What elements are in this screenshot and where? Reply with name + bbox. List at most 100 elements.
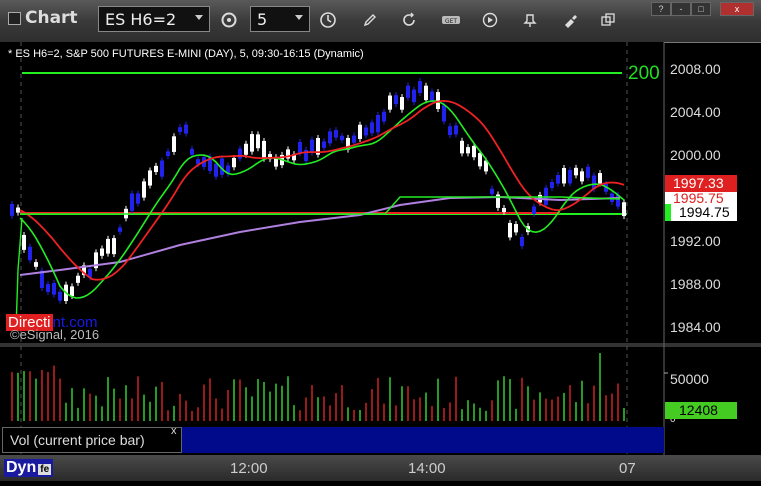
candle-body: [364, 127, 368, 136]
dynamic-button[interactable]: Dyn fe: [4, 459, 54, 477]
level-tag: 200: [628, 63, 660, 84]
candle-body: [58, 291, 62, 301]
candle-body: [310, 139, 314, 153]
price-label-1992: 1992.00: [670, 233, 721, 249]
price-label-1984: 1984.00: [670, 319, 721, 335]
candle-body: [322, 141, 326, 148]
toolbar: Chart ES H6=2 5 GET ? - □ x: [0, 0, 761, 43]
fe-icon[interactable]: fe: [38, 464, 52, 475]
candle-body: [142, 181, 146, 198]
candle-body: [370, 122, 374, 134]
candle-body: [460, 140, 464, 154]
esignal-watermark: ©eSignal, 2016: [10, 327, 100, 342]
pin-icon[interactable]: [518, 8, 542, 32]
vol-label-50000: 50000: [670, 371, 709, 387]
time-axis-bar: [0, 455, 761, 481]
candle-body: [334, 130, 338, 138]
candle-body: [394, 95, 398, 105]
candle-body: [472, 145, 476, 158]
vol-study-label: Vol (current price bar): [10, 432, 145, 448]
volume-bars-group: [11, 353, 625, 421]
price-box-white-red: 1995.75: [665, 192, 737, 204]
candle-body: [466, 147, 470, 154]
interval-gear-icon[interactable]: [217, 8, 241, 32]
candle-body: [76, 275, 80, 283]
candle-body: [190, 148, 194, 155]
symbol-value: ES H6=2: [105, 10, 177, 29]
restore-icon[interactable]: [596, 8, 620, 32]
chart-legend: * ES H6=2, S&P 500 FUTURES E-MINI (DAY),…: [8, 48, 364, 60]
interval-combo[interactable]: 5: [250, 6, 310, 32]
vol-close-icon[interactable]: x: [171, 425, 177, 437]
symbol-combo[interactable]: ES H6=2: [98, 6, 210, 32]
candle-body: [10, 203, 14, 216]
candle-body: [412, 89, 416, 103]
price-label-2004: 2004.00: [670, 104, 721, 120]
interval-value: 5: [257, 10, 268, 29]
close-button[interactable]: x: [720, 2, 754, 16]
candle-body: [256, 134, 260, 149]
candle-body: [244, 143, 248, 155]
candle-body: [586, 166, 590, 178]
vol-current-box: 12408: [665, 402, 737, 419]
candle-body: [520, 236, 524, 247]
candle-body: [52, 282, 56, 295]
candle-body: [352, 135, 356, 143]
brush-icon[interactable]: [558, 8, 582, 32]
candle-body: [442, 105, 446, 122]
candle-body: [514, 224, 518, 233]
candle-body: [118, 227, 122, 232]
candle-body: [448, 126, 452, 136]
candle-body: [214, 163, 218, 177]
candle-body: [502, 207, 506, 213]
play-icon[interactable]: [478, 8, 502, 32]
price-label-1988: 1988.00: [670, 276, 721, 292]
candle-body: [382, 111, 386, 122]
price-chart[interactable]: [0, 42, 761, 481]
pencil-icon[interactable]: [358, 8, 382, 32]
candle-body: [178, 127, 182, 132]
price-panel-bg: [0, 42, 664, 342]
candle-body: [454, 125, 458, 135]
vol-study-strip: [182, 427, 664, 453]
clock-icon[interactable]: [316, 8, 340, 32]
candle-body: [130, 193, 134, 211]
candle-body: [400, 97, 404, 110]
candle-body: [232, 157, 236, 168]
candle-body: [562, 168, 566, 184]
candle-body: [298, 142, 302, 154]
price-box-red: 1997.33: [665, 175, 737, 192]
candle-body: [148, 170, 152, 186]
candle-body: [430, 91, 434, 102]
window-checkbox-icon[interactable]: [8, 11, 21, 25]
candle-body: [388, 95, 392, 110]
candle-body: [406, 85, 410, 98]
link-icon[interactable]: GET: [439, 8, 463, 32]
candle-body: [568, 169, 572, 184]
candle-body: [550, 181, 554, 188]
candle-body: [70, 286, 74, 297]
candle-body: [508, 222, 512, 238]
price-box-white: 1994.75: [665, 204, 737, 221]
maximize-button[interactable]: □: [691, 2, 711, 16]
candle-body: [622, 202, 626, 217]
candle-body: [418, 81, 422, 93]
refresh-icon[interactable]: [397, 8, 421, 32]
candle-body: [28, 246, 32, 261]
candle-body: [172, 136, 176, 152]
help-button[interactable]: ?: [651, 2, 671, 16]
symbol-dropdown-icon[interactable]: [195, 15, 203, 20]
window-title-text: Chart: [25, 8, 78, 28]
price-label-2008: 2008.00: [670, 61, 721, 77]
candle-body: [22, 234, 26, 250]
candle-body: [490, 188, 494, 195]
candle-body: [340, 135, 344, 141]
candle-body: [166, 151, 170, 156]
chart-area[interactable]: [0, 42, 761, 481]
candle-body: [184, 124, 188, 134]
candle-body: [424, 85, 428, 101]
candle-body: [262, 140, 266, 159]
interval-dropdown-icon[interactable]: [295, 15, 303, 20]
svg-text:GET: GET: [445, 18, 457, 25]
minimize-button[interactable]: -: [671, 2, 691, 16]
